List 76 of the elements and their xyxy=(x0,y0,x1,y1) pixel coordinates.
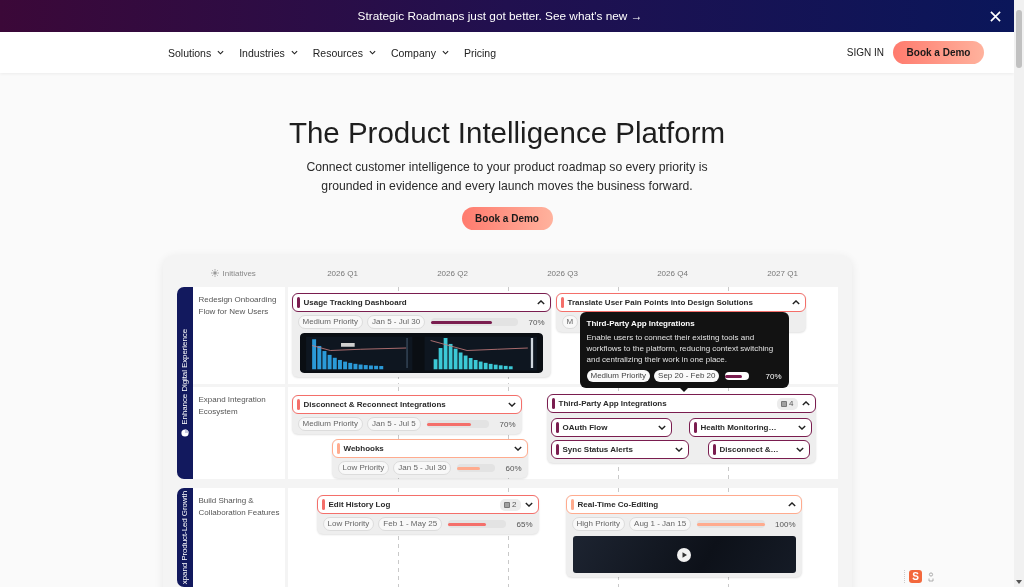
scroll-down-icon[interactable] xyxy=(1016,580,1022,584)
roadmap-item-header[interactable]: Disconnect &… xyxy=(707,440,810,459)
nav-menu-item[interactable]: Pricing xyxy=(463,46,496,59)
roadmap-item-header[interactable]: Real-Time Co-Editing xyxy=(565,495,802,514)
chevron-up-icon[interactable] xyxy=(791,300,800,305)
hero-subtitle: Connect customer intelligence to your product roadmap so every priority is grounded in evidence and every launch moves the business forward. xyxy=(305,159,709,195)
roadmap-item-header[interactable]: Disconnect & Reconnect Integrations xyxy=(291,395,522,414)
quarter-label: 2026 Q1 xyxy=(327,268,358,278)
roadmap-item-header[interactable]: Webhooks xyxy=(331,439,528,458)
chevron-down-icon[interactable] xyxy=(524,502,533,507)
tooltip-title: Third-Party App Integrations xyxy=(586,319,696,328)
group-name: xpand Product-Led Growth xyxy=(180,490,189,585)
book-demo-button[interactable]: Book a Demo xyxy=(893,41,984,64)
progress-percent: 100% xyxy=(775,519,796,529)
roadmap-item-header[interactable]: Health Monitoring… xyxy=(688,418,812,437)
group-name: Enhance Digital Experience xyxy=(180,329,189,425)
progress-percent: 70% xyxy=(765,371,782,381)
nav-menu-item[interactable]: Resources xyxy=(312,46,376,59)
date-range-tag: Feb 1 - May 25 xyxy=(378,517,443,531)
list-icon xyxy=(781,400,788,407)
chevron-up-icon[interactable] xyxy=(801,401,810,406)
priority-tag: Medium Priority xyxy=(297,417,364,431)
roadmap-item-header[interactable]: Translate User Pain Points into Design Solutions xyxy=(555,293,806,312)
date-range-tag: Jan 5 - Jul 30 xyxy=(367,315,426,329)
tooltip-description: Enable users to connect their existing tools and workflows to the platform, reducing context switching and centralizing their work in one place. xyxy=(586,333,775,366)
chevron-down-icon[interactable] xyxy=(657,425,666,430)
roadmap-item-header[interactable]: Third-Party App Integrations 4 xyxy=(546,394,816,413)
progress-percent: 65% xyxy=(516,519,533,529)
play-icon[interactable] xyxy=(677,547,691,562)
priority-tag: Medium Priority xyxy=(586,370,651,383)
announcement-link[interactable]: Strategic Roadmaps just got better. See what's new → xyxy=(357,9,643,23)
priority-tag: High Priority xyxy=(571,517,626,531)
quarter-label: 2026 Q4 xyxy=(657,268,688,278)
chevron-down-icon[interactable] xyxy=(674,447,683,452)
column-header: Initiatives xyxy=(222,268,256,278)
book-demo-button[interactable]: Book a Demo xyxy=(461,207,553,230)
scrollbar[interactable] xyxy=(1014,0,1024,587)
date-range-tag: Jan 5 - Jul 30 xyxy=(393,461,452,475)
initiative-label: Redesign Onboarding Flow for New Users xyxy=(198,294,278,318)
chevron-down-icon[interactable] xyxy=(797,425,806,430)
chevron-up-icon[interactable] xyxy=(787,502,796,507)
initiative-label: Expand Integration Ecosystem xyxy=(198,394,267,418)
date-range-tag: Jan 5 - Jul 5 xyxy=(367,417,421,431)
subitem-count-number: 2 xyxy=(512,499,517,510)
quarter-label: 2026 Q2 xyxy=(437,268,468,278)
chevron-down-icon[interactable] xyxy=(513,446,522,451)
sign-in-link[interactable]: SIGN IN xyxy=(846,47,884,58)
nav-menu-item[interactable]: Company xyxy=(390,46,449,59)
hero-title: The Product Intelligence Platform xyxy=(288,117,726,149)
priority-tag: Low Priority xyxy=(337,461,390,475)
list-icon xyxy=(504,501,511,508)
priority-tag: Low Priority xyxy=(322,517,375,531)
progress-percent: 70% xyxy=(499,419,516,429)
priority-tag: M xyxy=(561,315,579,329)
chevron-down-icon[interactable] xyxy=(795,447,804,452)
close-icon[interactable] xyxy=(990,11,1001,22)
nav-menu-item[interactable]: Industries xyxy=(239,46,298,59)
progress-percent: 60% xyxy=(505,463,522,473)
roadmap-item-header[interactable]: Usage Tracking Dashboard xyxy=(291,293,551,312)
quarter-label: 2027 Q1 xyxy=(767,268,798,278)
subitem-count-number: 4 xyxy=(789,398,794,409)
priority-tag: Medium Priority xyxy=(297,315,364,329)
scrollbar-thumb[interactable] xyxy=(1016,10,1022,68)
sun-icon xyxy=(210,269,219,277)
progress-percent: 70% xyxy=(528,317,545,327)
roadmap-item-header[interactable]: OAuth Flow xyxy=(550,418,672,437)
roadmap-item-header[interactable]: Sync Status Alerts xyxy=(550,440,689,459)
quarter-label: 2026 Q3 xyxy=(547,268,578,278)
chevron-up-icon[interactable] xyxy=(536,300,545,305)
roadmap-item-header[interactable]: Edit History Log 2 xyxy=(316,495,539,514)
nav-menu-item[interactable]: Solutions xyxy=(168,46,225,59)
pie-chart-icon xyxy=(180,428,189,437)
chevron-down-icon[interactable] xyxy=(507,402,516,407)
initiative-label: Build Sharing & Collaboration Features xyxy=(198,495,281,519)
date-range-tag: Aug 1 - Jan 15 xyxy=(629,517,692,531)
date-range-tag: Sep 20 - Feb 20 xyxy=(654,370,720,383)
